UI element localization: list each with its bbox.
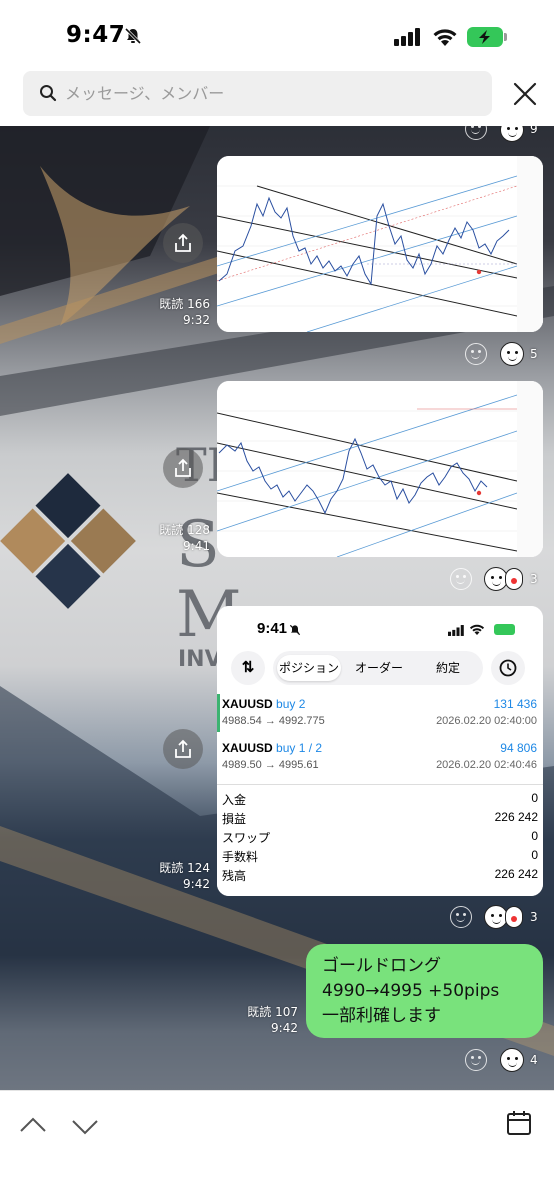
search-bar[interactable] bbox=[23, 71, 492, 116]
read-count: 既読 128 bbox=[159, 523, 210, 537]
position-profit: 131 436 bbox=[493, 697, 537, 711]
chart-image-2[interactable] bbox=[217, 381, 543, 557]
add-reaction-icon[interactable] bbox=[450, 568, 472, 590]
sent-time: 9:41 bbox=[183, 539, 210, 553]
summary-deposit: 入金 0 bbox=[222, 791, 538, 807]
position-symbol: XAUUSD bbox=[222, 697, 273, 711]
battery-tip bbox=[504, 33, 507, 41]
reaction-count: 5 bbox=[530, 347, 538, 361]
position-row[interactable]: XAUUSD buy 2 131 436 4988.54 → 4992.775 … bbox=[217, 694, 543, 732]
position-date: 2026.02.20 02:40:00 bbox=[436, 715, 537, 727]
bell-muted-icon bbox=[124, 27, 142, 45]
trade-status-time: 9:41 bbox=[257, 620, 288, 637]
reaction-sticker-icon[interactable] bbox=[500, 1048, 524, 1072]
read-count: 既読 107 bbox=[247, 1005, 298, 1019]
reaction-row: 4 bbox=[0, 1047, 554, 1073]
add-reaction-icon[interactable] bbox=[465, 126, 487, 140]
reaction-count: 9 bbox=[530, 126, 538, 136]
close-icon[interactable] bbox=[511, 80, 539, 108]
text-message-bubble[interactable]: ゴールドロング 4990→4995 +50pips 一部利確します bbox=[306, 944, 543, 1038]
position-prices: 4988.54 → 4992.775 bbox=[222, 715, 325, 727]
reaction-sticker-icon[interactable] bbox=[500, 126, 524, 142]
battery-icon bbox=[494, 624, 515, 635]
sent-time: 9:42 bbox=[271, 1021, 298, 1035]
position-prices: 4989.50 → 4995.61 bbox=[222, 759, 319, 771]
reaction-count: 3 bbox=[530, 572, 538, 586]
reaction-row: 3 bbox=[0, 904, 554, 930]
trade-tab-bar: ⇅ ポジション オーダー 約定 bbox=[231, 651, 525, 685]
reaction-sticker-icon[interactable] bbox=[505, 906, 523, 928]
reaction-sticker-icon[interactable] bbox=[505, 568, 523, 590]
price-chart-2 bbox=[217, 381, 543, 557]
summary-balance: 残高 226 242 bbox=[222, 867, 538, 883]
share-icon bbox=[175, 458, 191, 477]
message-meta: 既読 124 9:42 bbox=[140, 860, 210, 892]
reaction-sticker-icon[interactable] bbox=[500, 342, 524, 366]
status-time: 9:47 bbox=[66, 22, 126, 48]
add-reaction-icon[interactable] bbox=[450, 906, 472, 928]
position-profit: 94 806 bbox=[500, 741, 537, 755]
cellular-signal-icon bbox=[394, 28, 420, 46]
wifi-icon bbox=[433, 29, 457, 46]
share-icon bbox=[175, 739, 191, 758]
position-row[interactable]: XAUUSD buy 1 / 2 94 806 4989.50 → 4995.6… bbox=[217, 738, 543, 776]
tab-deals[interactable]: 約定 bbox=[417, 655, 479, 681]
bell-muted-icon bbox=[289, 624, 301, 636]
chat-header bbox=[0, 66, 554, 126]
chevron-down-icon[interactable] bbox=[70, 1111, 100, 1141]
share-icon bbox=[175, 233, 191, 252]
position-indicator bbox=[217, 694, 220, 732]
chart-image-1[interactable] bbox=[217, 156, 543, 332]
add-reaction-icon[interactable] bbox=[465, 1049, 487, 1071]
share-button[interactable] bbox=[163, 223, 203, 263]
reaction-row: 9 bbox=[0, 126, 554, 152]
trade-tabs: ポジション オーダー 約定 bbox=[273, 651, 483, 685]
battery-icon bbox=[467, 27, 503, 47]
position-side: buy 2 bbox=[276, 697, 306, 711]
tab-positions[interactable]: ポジション bbox=[277, 655, 341, 681]
read-count: 既読 124 bbox=[159, 861, 210, 875]
status-bar: 9:47 bbox=[0, 0, 554, 66]
trade-screenshot-image[interactable]: 9:41 ⇅ ポジション オーダー 約定 XAUUSD buy 2 131 43… bbox=[217, 606, 543, 896]
summary-profit: 損益 226 242 bbox=[222, 810, 538, 826]
cellular-signal-icon bbox=[448, 625, 464, 636]
bottom-toolbar bbox=[0, 1090, 554, 1200]
message-line: ゴールドロング bbox=[322, 956, 441, 976]
calendar-icon[interactable] bbox=[505, 1109, 533, 1137]
search-icon bbox=[40, 85, 57, 102]
reaction-row: 3 bbox=[0, 566, 554, 592]
message-meta: 既読 166 9:32 bbox=[140, 296, 210, 328]
position-date: 2026.02.20 02:40:46 bbox=[436, 759, 537, 771]
position-side: buy 1 / 2 bbox=[276, 741, 323, 755]
add-reaction-icon[interactable] bbox=[465, 343, 487, 365]
message-line: 一部利確します bbox=[322, 1006, 441, 1026]
sent-time: 9:42 bbox=[183, 877, 210, 891]
reaction-count: 3 bbox=[530, 910, 538, 924]
divider bbox=[217, 784, 543, 785]
share-button[interactable] bbox=[163, 729, 203, 769]
svg-text:INV: INV bbox=[178, 647, 222, 672]
message-line: 4990→4995 +50pips bbox=[322, 981, 500, 1001]
message-meta: 既読 128 9:41 bbox=[140, 522, 210, 554]
share-button[interactable] bbox=[163, 448, 203, 488]
summary-commission: 手数料 0 bbox=[222, 848, 538, 864]
message-meta: 既読 107 9:42 bbox=[228, 1004, 298, 1036]
tab-orders[interactable]: オーダー bbox=[347, 655, 411, 681]
position-symbol: XAUUSD bbox=[222, 741, 273, 755]
reaction-row: 5 bbox=[0, 341, 554, 367]
reaction-count: 4 bbox=[530, 1053, 538, 1067]
search-input[interactable] bbox=[65, 79, 475, 108]
summary-swap: スワップ 0 bbox=[222, 829, 538, 845]
price-chart-1 bbox=[217, 156, 543, 332]
sort-icon[interactable]: ⇅ bbox=[231, 651, 265, 685]
history-clock-icon[interactable] bbox=[491, 651, 525, 685]
read-count: 既読 166 bbox=[159, 297, 210, 311]
wifi-icon bbox=[469, 624, 485, 636]
chevron-up-icon[interactable] bbox=[18, 1111, 48, 1141]
sent-time: 9:32 bbox=[183, 313, 210, 327]
